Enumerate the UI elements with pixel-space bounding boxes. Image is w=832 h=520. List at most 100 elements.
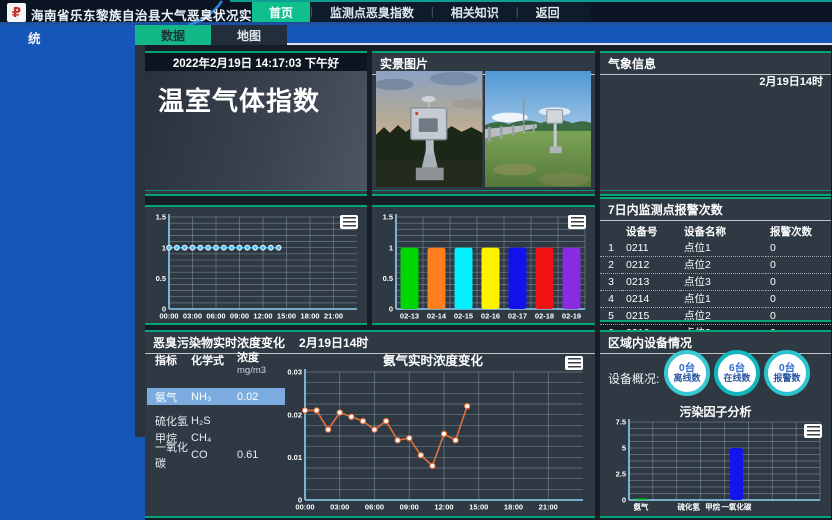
- svg-text:02-16: 02-16: [481, 312, 500, 321]
- svg-text:09:00: 09:00: [400, 503, 419, 512]
- weather-panel-title: 气象信息: [600, 53, 831, 75]
- svg-text:02-13: 02-13: [400, 312, 419, 321]
- table-row: 10211点位10: [600, 240, 831, 257]
- table-row: 50215点位20: [600, 308, 831, 325]
- alarms-header-row: 设备号 设备名称 报警次数: [600, 223, 831, 240]
- station-photo-sunset: [376, 71, 483, 187]
- tab-map[interactable]: 地图: [211, 25, 287, 45]
- svg-text:15:00: 15:00: [277, 312, 296, 321]
- svg-text:1.5: 1.5: [383, 213, 393, 222]
- nav-item-4[interactable]: 返回: [519, 2, 577, 22]
- nav-item-1[interactable]: 首页: [252, 2, 310, 22]
- tab-data[interactable]: 数据: [135, 25, 211, 45]
- devices-panel: 区域内设备情况 设备概况: 0台离线数6台在线数0台报警数 污染因子分析 02.…: [600, 330, 831, 518]
- svg-text:02-18: 02-18: [535, 312, 554, 321]
- odor-row-硫化氢[interactable]: 硫化氢H₂S: [147, 412, 285, 429]
- chart-menu-icon[interactable]: [340, 215, 358, 229]
- greeting-panel: 2022年2月19日 14:17:03 下午好 温室气体指数: [145, 51, 367, 196]
- pollution-factor-chart: 0 2.5 5 7.5 氨气 硫化氢甲烷一氧化碳: [605, 417, 825, 518]
- svg-text:21:00: 21:00: [324, 312, 343, 321]
- odor-title-time: 2月19日14时: [299, 334, 368, 351]
- odor-row-氨气[interactable]: 氨气NH₃0.02: [147, 388, 285, 405]
- svg-text:甲烷: 甲烷: [705, 502, 720, 512]
- ammonia-line-chart: 00.010.020.0300:0003:0006:0009:0012:0015…: [275, 364, 591, 519]
- greenhouse-chart-panel: 00.511.500:0003:0006:0009:0012:0015:0018…: [145, 205, 367, 325]
- svg-text:03:00: 03:00: [183, 312, 202, 321]
- alarms-panel-title: 7日内监测点报警次数: [600, 199, 831, 221]
- svg-text:硫化氢: 硫化氢: [677, 502, 700, 512]
- table-row: 20212点位20: [600, 257, 831, 274]
- station-photo-field: [485, 71, 592, 187]
- svg-text:7.5: 7.5: [616, 418, 626, 427]
- daily-bars-panel: 00.511.502-1302-1402-1502-1602-1702-1802…: [372, 205, 595, 325]
- top-header: ₽ 海南省乐东黎族自治县大气恶臭状况实时发布系 首页|监测点恶臭指数|相关知识|…: [0, 0, 832, 25]
- odor-panel: 恶臭污染物实时浓度变化 2月19日14时 指标 化学式 浓度 mg/m3 氨气N…: [145, 330, 595, 518]
- table-row: 30213点位30: [600, 274, 831, 291]
- stat-circle-报警数: 0台报警数: [764, 350, 810, 396]
- svg-text:1: 1: [389, 243, 393, 252]
- svg-text:00:00: 00:00: [295, 503, 314, 512]
- svg-text:氨气: 氨气: [633, 502, 648, 512]
- concentration-unit: mg/m3: [237, 365, 266, 376]
- svg-text:0.01: 0.01: [287, 453, 302, 462]
- weather-time: 2月19日14时: [759, 73, 823, 89]
- sidebar-strip: [135, 437, 145, 520]
- photos-panel: 实景图片: [372, 51, 595, 196]
- svg-text:00:00: 00:00: [159, 312, 178, 321]
- col-alarm-count: 报警次数: [766, 223, 831, 240]
- col-indicator: 指标: [147, 352, 191, 377]
- col-device-name: 设备名称: [680, 223, 766, 240]
- svg-text:12:00: 12:00: [253, 312, 272, 321]
- stat-circle-在线数: 6台在线数: [714, 350, 760, 396]
- device-overview-label: 设备概况:: [608, 370, 659, 387]
- chart-menu-icon[interactable]: [568, 215, 586, 229]
- greeting-body: 温室气体指数: [145, 71, 367, 190]
- svg-text:09:00: 09:00: [230, 312, 249, 321]
- view-tabs: 数据 地图: [135, 25, 287, 45]
- main-nav: 首页|监测点恶臭指数|相关知识|返回: [252, 2, 591, 22]
- svg-text:0: 0: [389, 305, 393, 314]
- daily-index-bar-chart: 00.511.502-1302-1402-1502-1602-1702-1802…: [374, 208, 591, 328]
- odor-table-header: 指标 化学式 浓度 mg/m3: [147, 352, 287, 377]
- svg-text:15:00: 15:00: [469, 503, 488, 512]
- svg-text:一氧化碳: 一氧化碳: [721, 502, 751, 512]
- col-device-no: 设备号: [622, 223, 680, 240]
- svg-text:2.5: 2.5: [616, 470, 626, 479]
- svg-text:0.5: 0.5: [383, 274, 393, 283]
- svg-text:18:00: 18:00: [504, 503, 523, 512]
- left-sidebar: [0, 45, 135, 520]
- svg-text:0: 0: [622, 496, 626, 505]
- svg-text:12:00: 12:00: [434, 503, 453, 512]
- svg-text:03:00: 03:00: [330, 503, 349, 512]
- site-logo-icon: ₽: [7, 3, 26, 22]
- svg-text:0.03: 0.03: [287, 368, 302, 377]
- weather-panel: 气象信息 2月19日14时: [600, 51, 831, 196]
- svg-text:1: 1: [162, 243, 166, 252]
- device-stat-circles: 0台离线数6台在线数0台报警数: [664, 350, 810, 396]
- nav-item-3[interactable]: 相关知识: [434, 2, 516, 22]
- odor-table: 指标 化学式 浓度 mg/m3 氨气NH₃0.02硫化氢H₂S甲烷CH₄一氧化碳…: [147, 352, 287, 377]
- table-row: 40214点位10: [600, 291, 831, 308]
- nav-item-2[interactable]: 监测点恶臭指数: [313, 2, 431, 22]
- content-left-strip: [135, 45, 145, 437]
- svg-text:0.02: 0.02: [287, 410, 302, 419]
- svg-text:02-17: 02-17: [508, 312, 527, 321]
- svg-text:06:00: 06:00: [365, 503, 384, 512]
- odor-row-一氧化碳[interactable]: 一氧化碳CO0.61: [147, 446, 285, 463]
- chart-menu-icon[interactable]: [804, 424, 822, 438]
- tab-row: 统 数据 地图: [0, 25, 832, 45]
- greenhouse-line-chart: 00.511.500:0003:0006:0009:0012:0015:0018…: [147, 208, 363, 328]
- dashboard-page: ₽ 海南省乐东黎族自治县大气恶臭状况实时发布系 首页|监测点恶臭指数|相关知识|…: [0, 0, 832, 520]
- alarms-table: 设备号 设备名称 报警次数 10211点位1020212点位2030213点位3…: [600, 223, 831, 342]
- col-concentration: 浓度 mg/m3: [237, 352, 279, 377]
- odor-title-text: 恶臭污染物实时浓度变化: [153, 334, 285, 351]
- svg-text:1.5: 1.5: [156, 213, 166, 222]
- svg-text:02-14: 02-14: [427, 312, 447, 321]
- alarms-table-body: 10211点位1020212点位2030213点位3040214点位105021…: [600, 240, 831, 342]
- svg-text:0.5: 0.5: [156, 274, 166, 283]
- greenhouse-index-title: 温室气体指数: [145, 71, 367, 128]
- chart-menu-icon[interactable]: [565, 356, 583, 370]
- svg-text:18:00: 18:00: [300, 312, 319, 321]
- svg-text:5: 5: [622, 444, 626, 453]
- svg-text:06:00: 06:00: [206, 312, 225, 321]
